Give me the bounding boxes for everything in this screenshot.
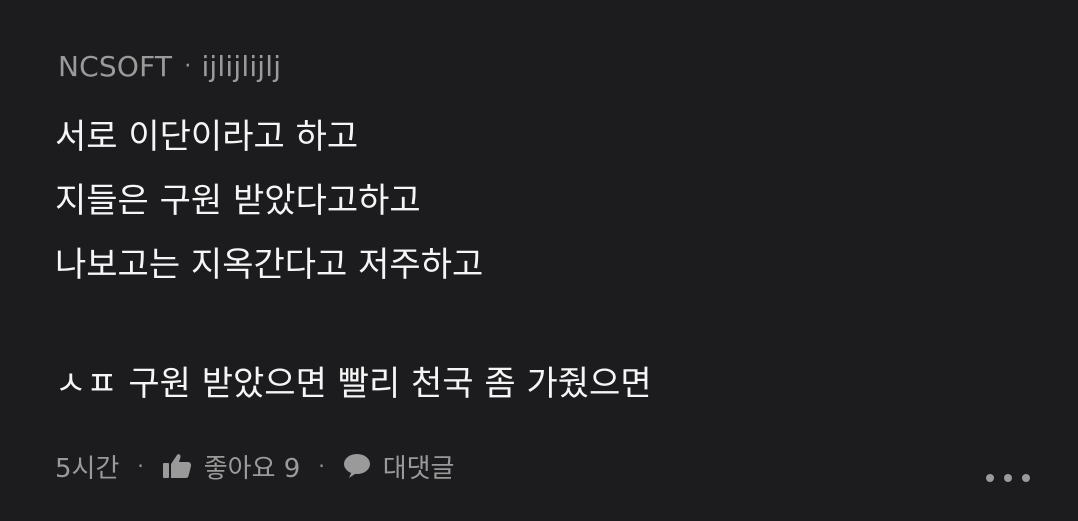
more-dots-icon[interactable] <box>986 466 1030 490</box>
meta-separator: · <box>184 53 192 79</box>
comment-line: 지들은 구원 받았다고하고 <box>55 181 421 221</box>
dot <box>986 474 994 482</box>
thumbs-up-icon <box>162 453 192 479</box>
like-button[interactable]: 좋아요 9 <box>162 448 301 485</box>
like-label: 좋아요 9 <box>203 453 301 484</box>
dot <box>1004 474 1012 482</box>
dot <box>1022 474 1030 482</box>
comment-meta: NCSOFT · ijlijlijlj <box>58 48 281 84</box>
comment-line: 나보고는 지옥간다고 저주하고 <box>55 245 484 285</box>
username[interactable]: ijlijlijlj <box>201 50 281 83</box>
comment-line: 서로 이단이라고 하고 <box>55 117 359 157</box>
reply-button[interactable]: 대댓글 <box>343 448 455 485</box>
reply-label: 대댓글 <box>382 453 455 484</box>
comment-footer: 5시간 · 좋아요 9 · 대댓글 <box>55 446 454 486</box>
footer-separator: · <box>318 454 325 478</box>
footer-separator: · <box>137 454 144 478</box>
author-name[interactable]: NCSOFT <box>58 50 172 83</box>
comment-card: NCSOFT · ijlijlijlj 서로 이단이라고 하고 지들은 구원 받… <box>0 0 1078 521</box>
speech-bubble-icon <box>343 453 371 479</box>
comment-body: 서로 이단이라고 하고 지들은 구원 받았다고하고 나보고는 지옥간다고 저주하… <box>55 105 1018 416</box>
comment-line: ㅅㅍ 구원 받았으면 빨리 천국 좀 가줬으면 <box>55 364 652 404</box>
timestamp: 5시간 <box>55 453 120 484</box>
